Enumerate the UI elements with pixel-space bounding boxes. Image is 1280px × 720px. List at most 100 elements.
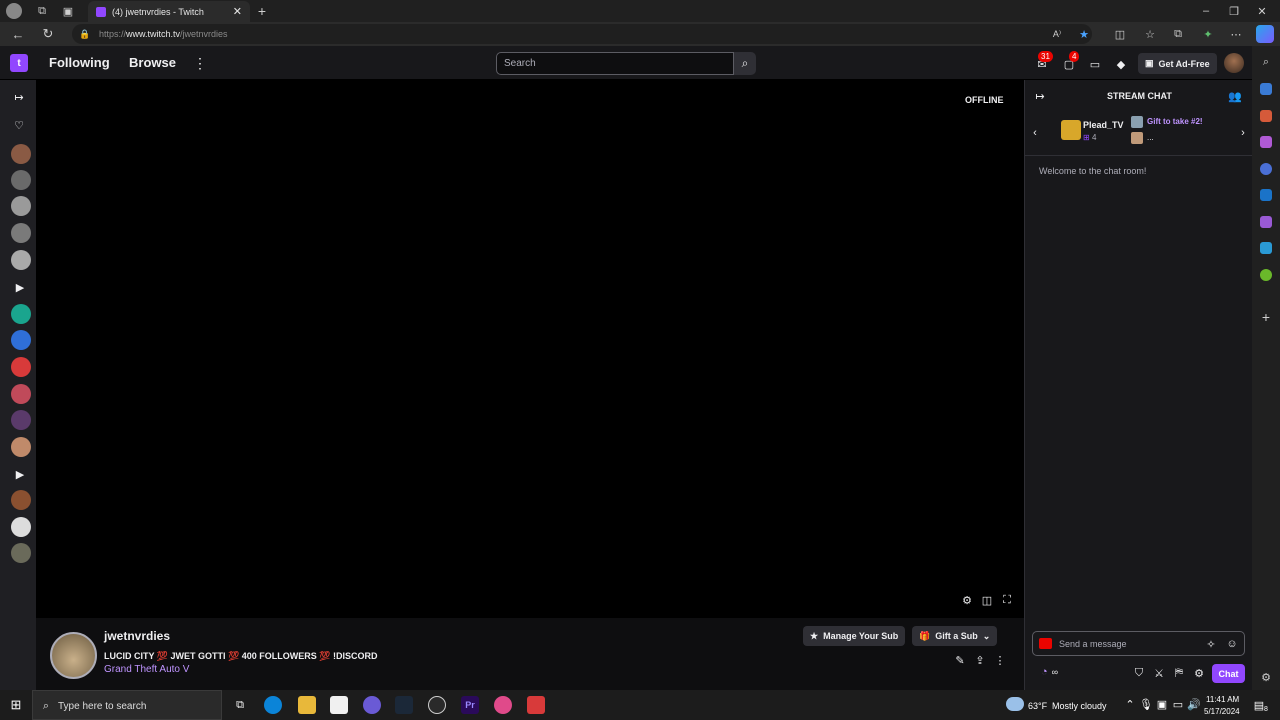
windows-start-icon[interactable]: ⊞ — [8, 697, 24, 713]
chat-message-input[interactable]: Send a message ✧ ☺ — [1032, 631, 1245, 656]
network-icon[interactable]: ▭ — [1172, 698, 1184, 711]
similar-channel-avatar[interactable] — [11, 490, 31, 510]
refresh-icon[interactable]: ↻ — [40, 26, 56, 42]
followed-channel-avatar[interactable] — [11, 196, 31, 216]
share-icon[interactable]: ⇪ — [973, 653, 987, 667]
edge-copilot-icon[interactable] — [1260, 163, 1272, 175]
player-settings-icon[interactable]: ⚙ — [959, 592, 975, 608]
twitch-logo-icon[interactable]: t — [10, 54, 28, 72]
browser-tab-active[interactable]: (4) jwetnvrdies - Twitch ✕ — [88, 1, 250, 22]
edge-tools-icon[interactable] — [1260, 110, 1272, 122]
lock-icon[interactable]: 🔒 — [78, 27, 92, 41]
app-taskbar-icon[interactable] — [527, 696, 545, 714]
channel-avatar[interactable] — [50, 632, 97, 679]
back-icon[interactable]: ← — [10, 26, 26, 42]
whispers-icon[interactable]: ▭ — [1087, 56, 1103, 72]
record-clip-icon[interactable] — [1039, 638, 1052, 649]
mod-sword-icon[interactable]: ⚔ — [1152, 666, 1166, 680]
recommended-channel-avatar[interactable] — [11, 357, 31, 377]
game-link[interactable]: Grand Theft Auto V — [104, 664, 189, 675]
community-users-icon[interactable]: 👥 — [1228, 89, 1242, 103]
workspaces-icon[interactable]: ⧉ — [34, 3, 50, 19]
followed-channel-avatar[interactable] — [11, 250, 31, 270]
tray-overflow-icon[interactable]: ⌃ — [1124, 698, 1136, 711]
channel-name[interactable]: jwetnvrdies — [104, 629, 170, 643]
file-explorer-icon[interactable] — [298, 696, 316, 714]
manage-sub-button[interactable]: ★ Manage Your Sub — [803, 626, 906, 646]
carousel-prev-icon[interactable]: ‹ — [1029, 127, 1041, 139]
extensions-icon[interactable]: ✦ — [1200, 26, 1216, 42]
maximize-icon[interactable]: ❐ — [1226, 3, 1242, 19]
gift-sub-button[interactable]: 🎁 Gift a Sub ⌄ — [912, 626, 998, 646]
carousel-next-icon[interactable]: › — [1237, 127, 1249, 139]
fullscreen-icon[interactable]: ⛶ — [999, 592, 1015, 608]
nav-browse-link[interactable]: Browse — [129, 55, 176, 70]
recommended-channel-avatar[interactable] — [11, 437, 31, 457]
followed-channel-avatar[interactable] — [11, 223, 31, 243]
edge-sidebar-settings-icon[interactable]: ⚙ — [1259, 670, 1273, 684]
edge-send-icon[interactable] — [1260, 242, 1272, 254]
favorite-star-icon[interactable]: ★ — [1076, 26, 1092, 42]
edge-taskbar-icon[interactable] — [264, 696, 282, 714]
weather-condition[interactable]: Mostly cloudy — [1052, 701, 1107, 711]
collections-icon[interactable]: ⧉ — [1170, 26, 1186, 42]
channel-points[interactable]: ◔ ∞ — [1041, 666, 1058, 678]
taskbar-search-box[interactable]: ⌕ Type here to search — [32, 690, 222, 720]
close-tab-icon[interactable]: ✕ — [233, 5, 242, 18]
expand-sidebar-icon[interactable]: ↦ — [11, 90, 27, 104]
discord-icon[interactable] — [363, 696, 381, 714]
clock-time[interactable]: 11:41 AM — [1206, 695, 1239, 704]
tray-app-icon[interactable]: ▣ — [1156, 698, 1168, 711]
followed-channel-avatar[interactable] — [11, 144, 31, 164]
mod-shield-icon[interactable]: ⛉ — [1132, 666, 1146, 680]
edge-search-icon[interactable]: ⌕ — [1259, 55, 1273, 69]
edge-designer-icon[interactable] — [1260, 216, 1272, 228]
edit-pencil-icon[interactable]: ✎ — [953, 653, 967, 667]
user-avatar[interactable] — [1224, 53, 1244, 73]
gift-promo-text[interactable]: Gift to take #2! — [1147, 117, 1203, 126]
new-tab-icon[interactable]: + — [254, 2, 270, 19]
edge-tree-icon[interactable] — [1260, 269, 1272, 281]
volume-icon[interactable]: 🔊 — [1187, 698, 1201, 711]
read-aloud-icon[interactable]: A⁾ — [1050, 27, 1064, 41]
weather-temperature[interactable]: 63°F — [1028, 701, 1047, 711]
similar-channel-avatar[interactable] — [11, 517, 31, 537]
premiere-pro-icon[interactable]: Pr — [461, 696, 479, 714]
recommended-channel-avatar[interactable] — [11, 330, 31, 350]
theatre-mode-icon[interactable]: ◫ — [979, 592, 995, 608]
microphone-icon[interactable]: 🎙 — [1139, 698, 1153, 711]
clock-date[interactable]: 5/17/2024 — [1204, 707, 1240, 716]
search-button[interactable]: ⌕ — [734, 52, 756, 75]
address-field[interactable]: 🔒 https://www.twitch.tv/jwetnvrdies A⁾ ★ — [72, 24, 1092, 44]
steam-icon[interactable] — [395, 696, 413, 714]
followed-channel-avatar[interactable] — [11, 170, 31, 190]
emote-picker-icon[interactable]: ☺ — [1225, 637, 1239, 651]
prime-loot-icon[interactable]: ◆ — [1113, 56, 1129, 72]
rockstar-icon[interactable] — [428, 696, 446, 714]
close-window-icon[interactable]: ✕ — [1254, 3, 1270, 19]
color-app-icon[interactable] — [494, 696, 512, 714]
task-view-icon[interactable]: ⧉ — [232, 697, 248, 713]
edge-shopping-icon[interactable] — [1260, 83, 1272, 95]
gift-shop-icon[interactable]: ⛿ — [1172, 666, 1186, 680]
nav-following-link[interactable]: Following — [49, 55, 110, 70]
bits-icon[interactable]: ✧ — [1204, 637, 1218, 651]
edge-outlook-icon[interactable] — [1260, 189, 1272, 201]
more-actions-icon[interactable]: ⋮ — [993, 653, 1007, 667]
favorites-icon[interactable]: ☆ — [1142, 26, 1158, 42]
copilot-icon[interactable] — [1256, 25, 1274, 43]
microsoft-store-icon[interactable] — [330, 696, 348, 714]
video-player[interactable]: OFFLINE ⚙ ◫ ⛶ — [36, 80, 1024, 618]
profile-icon[interactable] — [6, 3, 22, 19]
nav-more-icon[interactable]: ⋮ — [193, 55, 207, 71]
similar-channel-avatar[interactable] — [11, 543, 31, 563]
recommended-channel-avatar[interactable] — [11, 410, 31, 430]
chat-settings-icon[interactable]: ⚙ — [1192, 666, 1206, 680]
collapse-chat-icon[interactable]: ↦ — [1033, 89, 1047, 103]
gifter-name[interactable]: Plead_TV — [1083, 120, 1124, 130]
minimize-icon[interactable]: – — [1198, 3, 1214, 19]
tab-actions-icon[interactable]: ▣ — [60, 3, 76, 19]
chat-send-button[interactable]: Chat — [1212, 664, 1245, 683]
recommended-channel-avatar[interactable] — [11, 384, 31, 404]
get-ad-free-button[interactable]: ▣ Get Ad-Free — [1138, 53, 1217, 74]
